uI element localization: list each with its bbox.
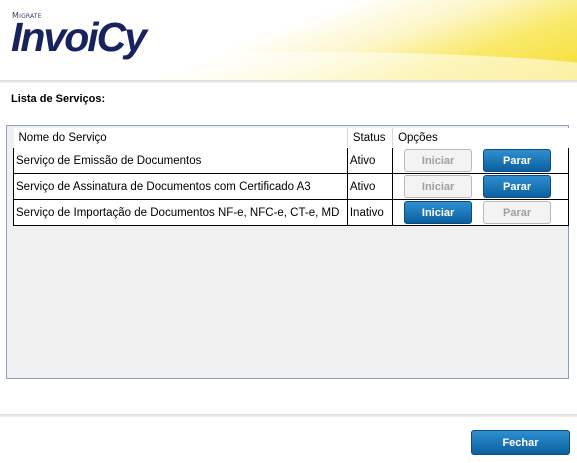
- table-row[interactable]: Serviço de Emissão de Documentos Ativo I…: [13, 147, 569, 174]
- service-name: Serviço de Emissão de Documentos: [16, 154, 202, 167]
- close-button[interactable]: Fechar: [471, 430, 570, 455]
- service-name-cell: Serviço de Importação de Documentos NF-e…: [13, 199, 348, 226]
- section-title: Lista de Serviços:: [11, 93, 106, 105]
- table-header-row: Nome do Serviço Status Opções: [13, 128, 569, 148]
- service-name-cell: Serviço de Emissão de Documentos: [13, 147, 348, 174]
- service-status: Inativo: [347, 199, 394, 226]
- header-banner: Migrate InvoiCy: [0, 0, 577, 80]
- stop-button[interactable]: Parar: [483, 175, 552, 198]
- column-header-status: Status: [347, 128, 394, 148]
- service-name-cell: Serviço de Assinatura de Documentos com …: [13, 173, 348, 200]
- service-name: Serviço de Importação de Documentos NF-e…: [16, 206, 340, 219]
- stop-button[interactable]: Parar: [483, 149, 552, 172]
- table-row[interactable]: Serviço de Importação de Documentos NF-e…: [13, 199, 569, 226]
- service-options-cell: Iniciar Parar: [392, 199, 569, 226]
- service-name: Serviço de Assinatura de Documentos com …: [16, 180, 311, 193]
- service-options-cell: Iniciar Parar: [392, 173, 569, 200]
- footer-divider: [0, 414, 577, 417]
- service-status: Ativo: [347, 173, 394, 200]
- services-grid: Nome do Serviço Status Opções Serviço de…: [6, 125, 569, 379]
- service-options: Iniciar Parar: [395, 201, 567, 224]
- column-header-options: Opções: [392, 128, 569, 148]
- table-row[interactable]: Serviço de Assinatura de Documentos com …: [13, 173, 569, 200]
- header-divider: [0, 80, 577, 83]
- service-options: Iniciar Parar: [395, 175, 567, 198]
- start-button[interactable]: Iniciar: [404, 149, 473, 172]
- brand-logo: InvoiCy: [11, 14, 147, 60]
- services-table: Nome do Serviço Status Opções Serviço de…: [13, 128, 569, 226]
- start-button[interactable]: Iniciar: [404, 201, 473, 224]
- service-options-cell: Iniciar Parar: [392, 147, 569, 174]
- service-options: Iniciar Parar: [395, 149, 567, 172]
- column-header-name: Nome do Serviço: [13, 128, 348, 148]
- start-button[interactable]: Iniciar: [404, 175, 473, 198]
- stop-button[interactable]: Parar: [483, 201, 552, 224]
- service-status: Ativo: [347, 147, 394, 174]
